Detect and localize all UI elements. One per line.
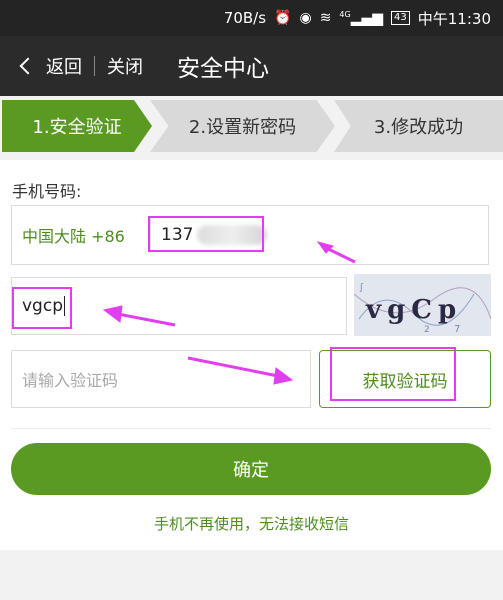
svg-text:7: 7 [454,324,460,335]
page-title: 安全中心 [177,56,269,82]
clock: 中午11:30 [417,9,491,28]
sms-code-input[interactable]: 请输入验证码 [11,350,311,408]
captcha-image[interactable]: ʃ 7 2 vgCp [354,274,491,336]
svg-text:2: 2 [424,325,430,335]
step-set-new-password: 2.设置新密码 [150,100,335,152]
wifi-icon: ≋ [319,10,332,26]
sms-code-placeholder: 请输入验证码 [22,371,119,390]
signal-icon: 4G▂▄▆ [339,9,384,27]
step-security-verify: 1.安全验证 [2,100,152,152]
back-button[interactable]: 返回 [46,53,82,79]
close-button[interactable]: 关闭 [107,53,143,79]
country-code[interactable]: 中国大陆 +86 [12,223,150,247]
divider [11,428,491,429]
chevron-left-icon[interactable] [19,57,37,75]
phone-label: 手机号码: [12,182,82,201]
divider [94,56,95,76]
annotation-box-captcha [12,287,72,329]
status-bar: 70B/s ⏰ ◉ ≋ 4G▂▄▆ 43 中午11:30 [0,0,503,36]
step-indicator: 1.安全验证 2.设置新密码 3.修改成功 [0,100,503,152]
alarm-icon: ⏰ [274,10,292,26]
confirm-button[interactable]: 确定 [11,443,491,495]
network-speed: 70B/s [223,9,267,27]
phone-unavailable-link[interactable]: 手机不再使用，无法接收短信 [0,513,503,534]
annotation-box-phone [148,216,264,252]
captcha-text: vgCp [365,295,462,325]
battery-icon: 43 [391,11,410,25]
title-bar: 返回 关闭 安全中心 [0,36,503,96]
captcha-graphic: ʃ 7 2 vgCp [354,274,491,336]
annotation-box-get-code [330,347,456,401]
eye-icon: ◉ [299,10,312,26]
step-change-success: 3.修改成功 [334,100,503,152]
